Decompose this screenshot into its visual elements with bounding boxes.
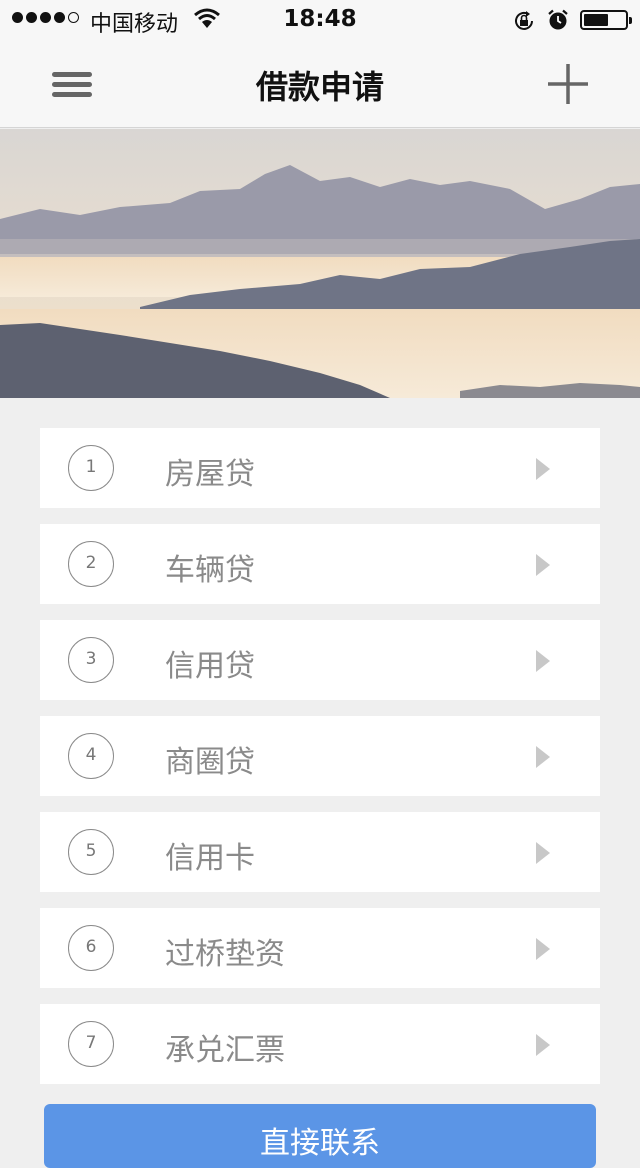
- list-item-bank-acceptance[interactable]: 7 承兑汇票: [40, 1004, 600, 1084]
- chevron-right-icon: [536, 938, 550, 960]
- item-number: 6: [68, 925, 114, 971]
- alarm-clock-icon: [548, 9, 568, 30]
- menu-button[interactable]: [48, 66, 96, 102]
- status-time: 18:48: [283, 6, 357, 32]
- list-item-credit-card[interactable]: 5 信用卡: [40, 812, 600, 892]
- add-button[interactable]: [544, 60, 592, 108]
- list-item-bridge-financing[interactable]: 6 过桥垫资: [40, 908, 600, 988]
- item-label: 过桥垫资: [165, 937, 285, 972]
- status-bar: 中国移动 18:48: [0, 0, 640, 40]
- loan-type-list: 1 房屋贷 2 车辆贷 3 信用贷 4 商圈贷 5 信用卡 6 过桥垫资 7 承…: [40, 428, 600, 1100]
- rotation-lock-icon: [515, 11, 533, 30]
- item-number: 2: [68, 541, 114, 587]
- chevron-right-icon: [536, 1034, 550, 1056]
- item-label: 车辆贷: [165, 553, 255, 588]
- plus-icon: [548, 64, 588, 104]
- item-number: 4: [68, 733, 114, 779]
- list-item-credit-loan[interactable]: 3 信用贷: [40, 620, 600, 700]
- chevron-right-icon: [536, 554, 550, 576]
- item-label: 信用贷: [165, 649, 255, 684]
- list-item-car-loan[interactable]: 2 车辆贷: [40, 524, 600, 604]
- item-number: 1: [68, 445, 114, 491]
- contact-button[interactable]: 直接联系: [44, 1104, 596, 1168]
- item-label: 商圈贷: [165, 745, 255, 780]
- item-number: 7: [68, 1021, 114, 1067]
- hamburger-menu-icon: [52, 72, 92, 77]
- navigation-bar: 借款申请: [0, 40, 640, 128]
- item-label: 信用卡: [165, 841, 255, 876]
- item-label: 承兑汇票: [165, 1033, 285, 1068]
- chevron-right-icon: [536, 842, 550, 864]
- banner-image: [0, 129, 640, 398]
- item-number: 3: [68, 637, 114, 683]
- chevron-right-icon: [536, 458, 550, 480]
- list-item-house-loan[interactable]: 1 房屋贷: [40, 428, 600, 508]
- item-number: 5: [68, 829, 114, 875]
- item-label: 房屋贷: [165, 457, 255, 492]
- chevron-right-icon: [536, 746, 550, 768]
- list-item-business-loan[interactable]: 4 商圈贷: [40, 716, 600, 796]
- battery-icon: [580, 10, 632, 30]
- chevron-right-icon: [536, 650, 550, 672]
